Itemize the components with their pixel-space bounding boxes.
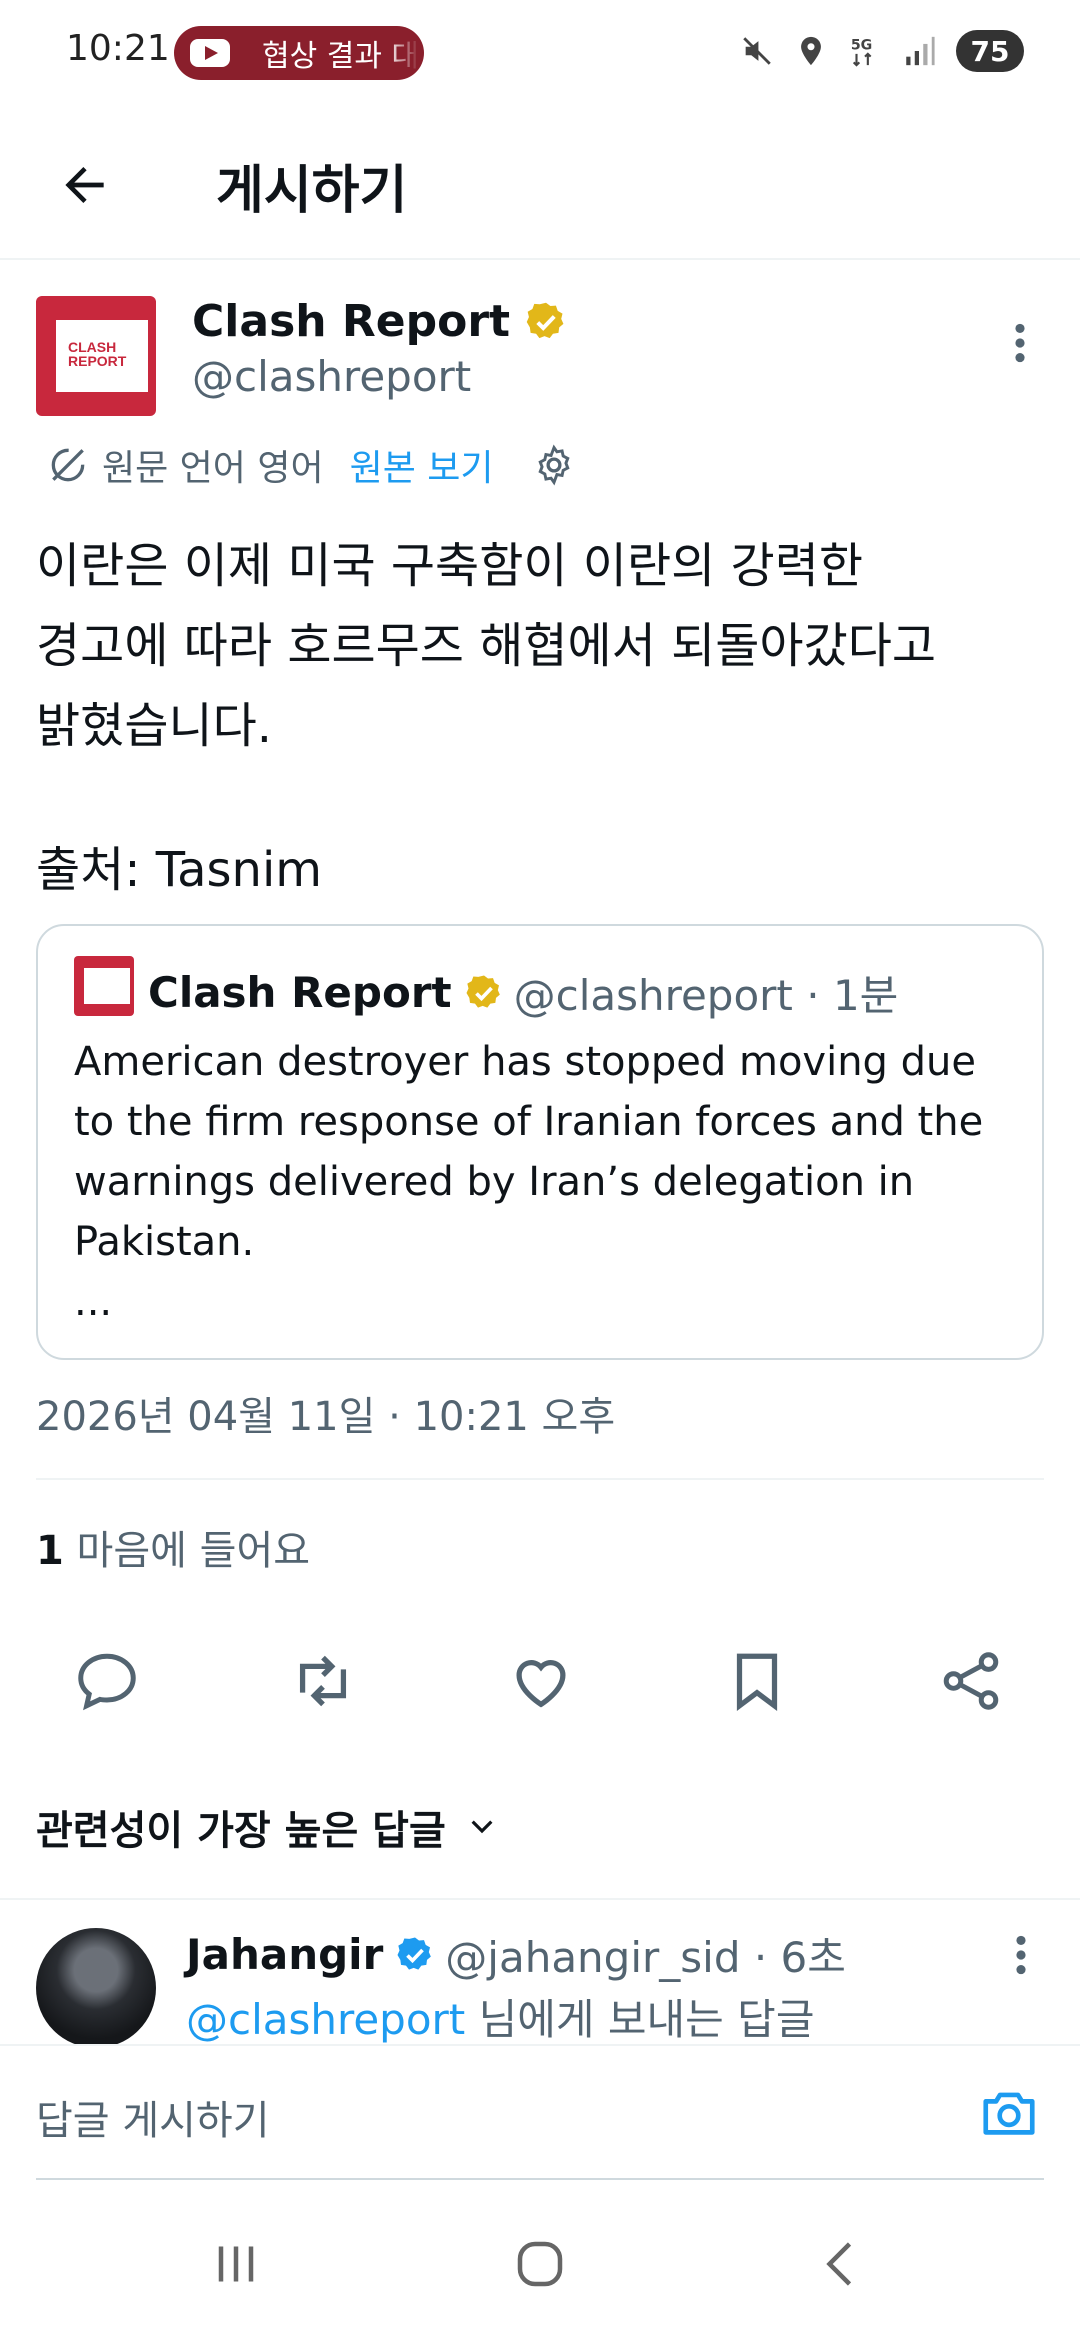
composer-underline [36,2178,1044,2180]
notification-text: 협상 결과 대 [262,39,420,74]
home-icon[interactable] [510,2234,570,2294]
quote-header: Clash Report @clashreport · 1분 [148,962,898,1023]
svg-text:5G: 5G [851,38,872,54]
status-bar: 10:21 협상 결과 대 5G 75 [0,0,1080,110]
page-title: 게시하기 [216,161,408,221]
gear-icon[interactable] [532,443,576,487]
back-nav-icon[interactable] [812,2234,872,2294]
camera-icon[interactable] [976,2082,1042,2144]
reply-author-name[interactable]: Jahangir [186,1930,383,1979]
reply-to-line: @clashreport 님에게 보내는 답글 [186,1986,814,2047]
share-icon[interactable] [936,1646,1006,1716]
tweet-text-line: 밝혔습니다. [36,698,273,754]
quote-avatar-logo [84,968,130,1004]
tweet-text-line: 이란은 이제 미국 구축함이 이란의 강력한 [36,538,864,594]
quote-author-avatar [74,956,134,1016]
chevron-down-icon [471,1820,493,1834]
author-name-text: Clash Report [192,296,511,347]
battery-indicator: 75 [956,30,1024,72]
view-original-link[interactable]: 원본 보기 [350,439,494,491]
translation-label: 원문 언어 영어 [102,448,324,489]
tweet-source: 출처: Tasnim [36,842,323,898]
more-options-icon[interactable] [1004,1930,1038,1980]
5g-network-icon: 5G [851,38,872,67]
back-button[interactable] [50,150,120,220]
verified-blue-badge-icon [397,1937,432,1970]
reply-input[interactable]: 답글 게시하기 [36,2088,270,2146]
verified-gold-badge-icon [466,975,500,1008]
reply-icon[interactable] [72,1646,142,1716]
bookmark-icon[interactable] [722,1646,792,1716]
arrow-left-icon [65,167,104,203]
divider [0,1898,1080,1900]
quote-author-name: Clash Report [148,968,452,1017]
quote-text-line: Pakistan. [74,1219,255,1265]
mute-icon [743,37,771,65]
status-icons: 5G 75 [740,30,1024,72]
quote-text-line: warnings delivered by Iran’s delegation … [74,1159,915,1205]
youtube-notification-pill[interactable]: 협상 결과 대 [174,26,424,80]
avatar-logo-text: CLASH REPORT [68,339,127,369]
quote-text: American destroyer has stopped moving du… [74,1032,1014,1332]
system-navigation-bar [0,2184,1080,2340]
youtube-icon [190,39,230,67]
quote-text-line: to the firm response of Iranian forces a… [74,1099,984,1145]
mention-link[interactable]: @clashreport [186,1995,465,2044]
reply-header: Jahangir @jahangir_sid · 6초 [186,1924,846,1985]
divider [36,1478,1044,1480]
more-options-icon[interactable] [1002,318,1038,368]
quote-text-line: American destroyer has stopped moving du… [74,1039,977,1085]
author-handle[interactable]: @clashreport [192,352,471,401]
signal-icon [906,36,935,66]
page-header: 게시하기 [0,110,1080,260]
replies-sort-dropdown[interactable]: 관련성이 가장 높은 답글 [36,1798,498,1856]
likes-count[interactable]: 1 마음에 들어요 [36,1518,310,1576]
location-icon [801,36,821,66]
tweet-text-line: 경고에 따라 호르무즈 해협에서 되돌아갔다고 [36,618,937,674]
verified-gold-badge-icon [526,302,564,338]
tweet-timestamp: 2026년 04월 11일 · 10:21 오후 [36,1394,616,1440]
heart-icon[interactable] [506,1646,576,1716]
translate-icon [51,448,85,482]
recent-apps-icon[interactable] [206,2234,266,2294]
tweet-text: 이란은 이제 미국 구축함이 이란의 강력한 경고에 따라 호르무즈 해협에서 … [36,526,1046,766]
reply-author-avatar[interactable] [36,1928,156,2048]
translation-row: 원문 언어 영어 원본 보기 [46,440,576,490]
retweet-icon[interactable] [288,1646,358,1716]
reply-author-handle: @jahangir_sid · 6초 [445,1933,846,1982]
likes-label: 마음에 들어요 [63,1528,311,1574]
reply-to-suffix: 님에게 보내는 답글 [465,1995,815,2044]
quoted-tweet[interactable]: Clash Report @clashreport · 1분 American … [36,924,1044,1360]
replies-sort-label: 관련성이 가장 높은 답글 [36,1808,446,1854]
status-time: 10:21 [66,28,170,69]
quote-author-handle: @clashreport · 1분 [513,971,899,1020]
author-name[interactable]: Clash Report [192,296,568,347]
author-avatar[interactable]: CLASH REPORT [36,296,156,416]
likes-number: 1 [36,1528,64,1574]
reply-composer: 답글 게시하기 [0,2044,1080,2184]
action-bar [0,1646,1080,1726]
quote-text-line: ... [74,1279,113,1325]
